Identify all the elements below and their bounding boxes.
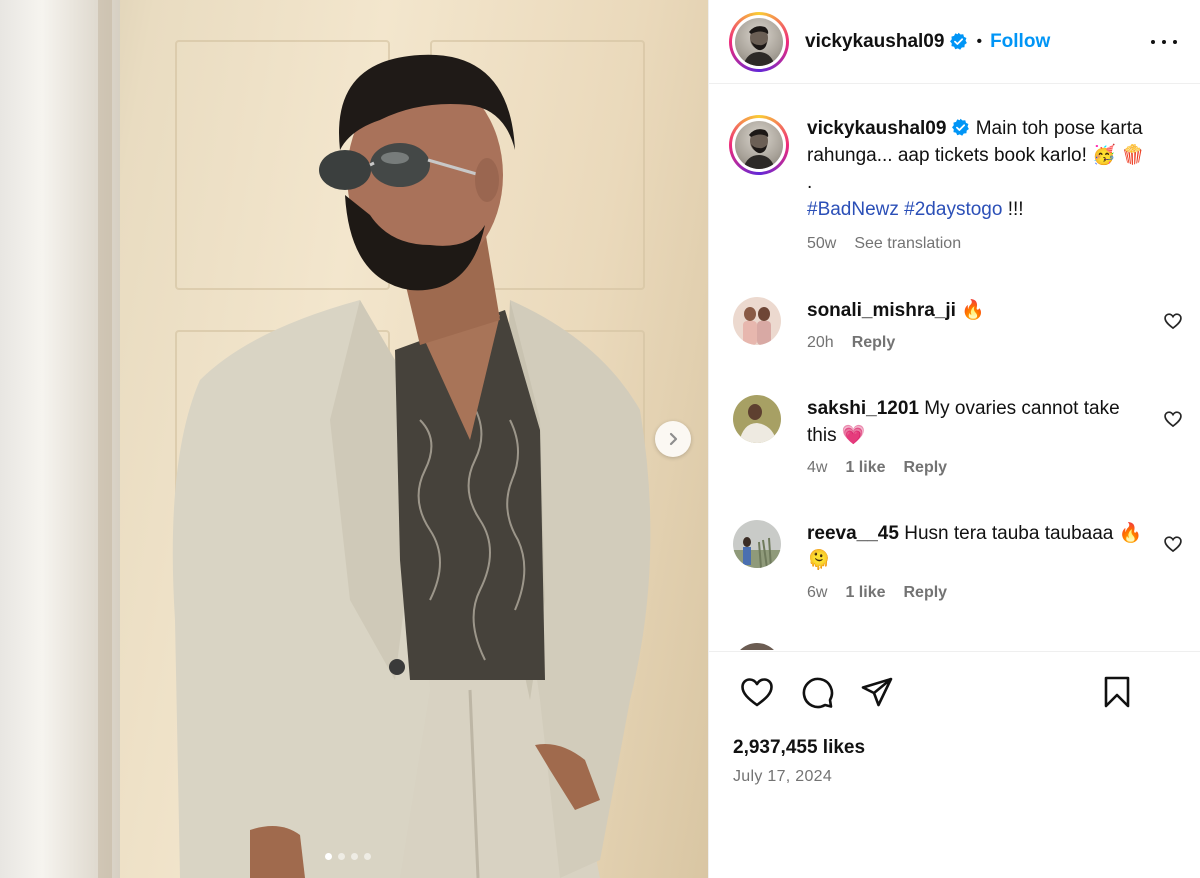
post-date[interactable]: July 17, 2024 — [733, 768, 832, 786]
verified-badge-icon — [952, 118, 970, 136]
separator-dot: • — [976, 32, 983, 50]
post-actions: 2,937,455 likes July 17, 2024 — [709, 651, 1200, 878]
comment-username[interactable]: sakshi_1201 — [807, 398, 919, 419]
like-comment-heart-icon[interactable] — [1163, 409, 1183, 429]
comment-meta: 4w 1 like Reply — [807, 459, 1147, 477]
comment-text: 🔥 — [955, 300, 985, 321]
post-photo-subject — [172, 54, 651, 878]
avatar-photo — [743, 129, 775, 169]
comment-time[interactable]: 20h — [807, 334, 834, 352]
caption-body: vickykaushal09 Main toh pose karta rahun… — [807, 115, 1182, 253]
avatar-image — [735, 121, 783, 169]
caption-username[interactable]: vickykaushal09 — [807, 118, 946, 139]
comment-text-block: sonali_mishra_ji 🔥 — [807, 297, 1147, 324]
comment-like-count[interactable]: 1 like — [845, 459, 885, 477]
instagram-post: vickykaushal09 • Follow vickykaushal09 M… — [0, 0, 1200, 878]
like-heart-icon[interactable] — [739, 674, 775, 710]
reply-button[interactable]: Reply — [903, 584, 947, 602]
reply-button[interactable]: Reply — [852, 334, 896, 352]
hashtag-2daystogo[interactable]: #2daystogo — [904, 199, 1002, 220]
comment-meta: 6w 1 like Reply — [807, 584, 1147, 602]
comment-item: reeva__45 Husn tera tauba taubaaa 🔥 🫠 6w… — [733, 520, 1193, 602]
comment-item: sonali_mishra_ji 🔥 20h Reply — [733, 297, 1193, 352]
author-avatar[interactable] — [729, 11, 789, 72]
comment-time[interactable]: 6w — [807, 584, 827, 602]
share-paper-plane-icon[interactable] — [859, 674, 895, 710]
comments-section[interactable]: vickykaushal09 Main toh pose karta rahun… — [709, 85, 1200, 650]
caption-avatar[interactable] — [729, 115, 789, 175]
comment-username[interactable]: sonali_mishra_ji — [807, 300, 956, 321]
carousel-next-button[interactable] — [655, 421, 691, 457]
avatar-photo — [733, 297, 781, 345]
chevron-right-icon — [669, 432, 678, 446]
avatar-border — [732, 118, 786, 172]
more-options-icon[interactable] — [1151, 30, 1177, 54]
action-bar — [731, 674, 1181, 710]
comment-text-block: reeva__45 Husn tera tauba taubaaa 🔥 🫠 — [807, 520, 1147, 574]
comment-meta: 20h Reply — [807, 334, 1147, 352]
comment-body: reeva__45 Husn tera tauba taubaaa 🔥 🫠 6w… — [807, 520, 1147, 602]
post-sidebar: vickykaushal09 • Follow vickykaushal09 M… — [708, 0, 1200, 878]
commenter-avatar[interactable] — [733, 297, 781, 345]
avatar-border — [732, 14, 786, 69]
avatar-photo — [733, 395, 781, 443]
comment-like-count[interactable]: 1 like — [845, 584, 885, 602]
see-translation-link[interactable]: See translation — [854, 235, 961, 253]
carousel-dot — [325, 853, 332, 860]
commenter-avatar[interactable] — [733, 395, 781, 443]
caption-suffix: !!! — [1002, 199, 1024, 220]
carousel-dot — [364, 853, 371, 860]
caption-meta: 50w See translation — [807, 235, 1182, 253]
commenter-avatar-partial[interactable] — [733, 643, 781, 650]
follow-button[interactable]: Follow — [990, 31, 1050, 53]
comment-item: sakshi_1201 My ovaries cannot take this … — [733, 395, 1193, 477]
reply-button[interactable]: Reply — [903, 459, 947, 477]
post-header: vickykaushal09 • Follow — [709, 0, 1200, 84]
comment-body: sonali_mishra_ji 🔥 20h Reply — [807, 297, 1147, 352]
author-username[interactable]: vickykaushal09 — [805, 31, 944, 53]
caption-text-block: vickykaushal09 Main toh pose karta rahun… — [807, 115, 1182, 223]
carousel-dot — [351, 853, 358, 860]
caption-time[interactable]: 50w — [807, 235, 836, 253]
comment-time[interactable]: 4w — [807, 459, 827, 477]
carousel-dot — [338, 853, 345, 860]
comment-text-block: sakshi_1201 My ovaries cannot take this … — [807, 395, 1147, 449]
comment-bubble-icon[interactable] — [799, 674, 835, 710]
avatar-image — [735, 17, 783, 66]
verified-badge-icon — [950, 32, 968, 50]
like-comment-heart-icon[interactable] — [1163, 534, 1183, 554]
save-bookmark-icon[interactable] — [1099, 674, 1135, 710]
comment-username[interactable]: reeva__45 — [807, 523, 899, 544]
like-comment-heart-icon[interactable] — [1163, 311, 1183, 331]
header-user: vickykaushal09 • Follow — [805, 31, 1050, 53]
avatar-photo — [733, 520, 781, 568]
post-caption: vickykaushal09 Main toh pose karta rahun… — [729, 115, 1189, 253]
carousel-indicator — [325, 853, 371, 860]
commenter-avatar[interactable] — [733, 520, 781, 568]
post-media[interactable] — [0, 0, 708, 878]
hashtag-badnewz[interactable]: #BadNewz — [807, 199, 899, 220]
caption-dot-line: . — [807, 172, 813, 193]
comment-body: sakshi_1201 My ovaries cannot take this … — [807, 395, 1147, 477]
avatar-photo — [743, 25, 775, 66]
likes-count[interactable]: 2,937,455 likes — [733, 737, 865, 759]
